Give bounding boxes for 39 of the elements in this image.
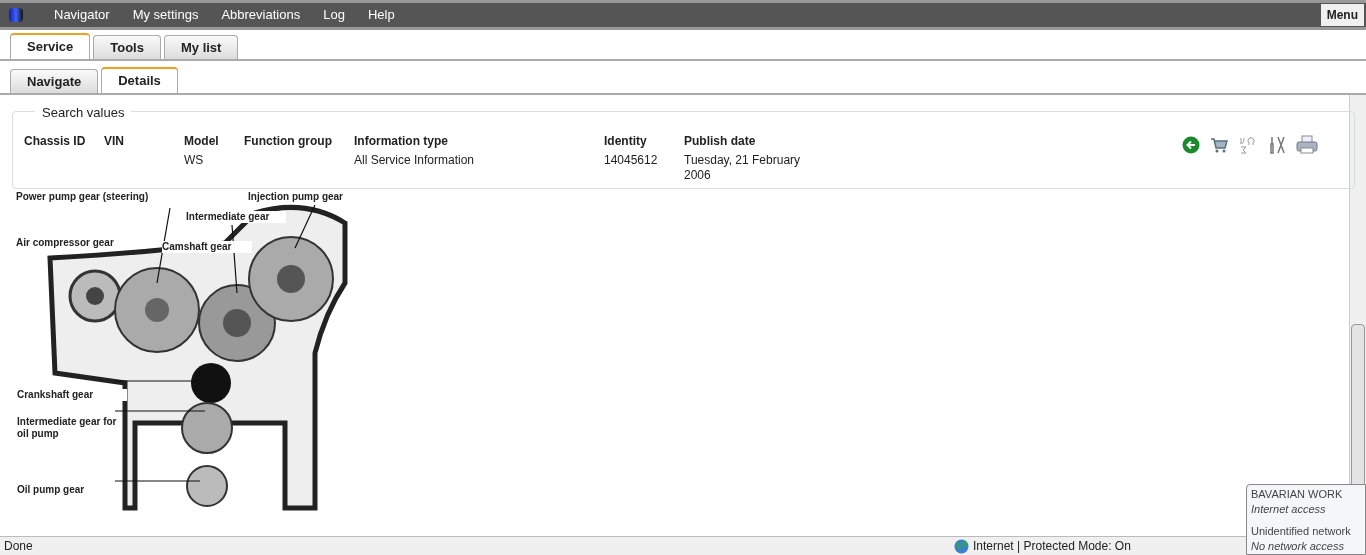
field-label: VIN bbox=[104, 133, 125, 150]
security-zone: Internet | Protected Mode: On bbox=[973, 538, 1131, 555]
network-name: Unidentified network bbox=[1251, 524, 1352, 539]
diagram-label: Air compressor gear bbox=[16, 237, 146, 249]
field-label: Chassis ID bbox=[24, 133, 87, 150]
tab[interactable]: Service bbox=[10, 33, 91, 59]
globe-icon bbox=[954, 538, 969, 554]
field-value: WS bbox=[184, 153, 205, 168]
menu-item[interactable]: Abbreviations bbox=[221, 5, 301, 25]
diagram-label: Intermediate gear for oil pump bbox=[17, 416, 117, 440]
menu-item[interactable]: Help bbox=[367, 5, 395, 25]
tab[interactable]: Tools bbox=[93, 35, 161, 59]
field-label: Model bbox=[184, 133, 220, 150]
network-access: Internet access bbox=[1251, 502, 1327, 517]
diagram-label: Crankshaft gear bbox=[17, 389, 127, 401]
field-label: Publish date bbox=[684, 133, 757, 150]
diagram-label: Intermediate gear bbox=[186, 211, 286, 223]
tools-icon[interactable] bbox=[1268, 136, 1286, 154]
field-label: Information type bbox=[354, 133, 449, 150]
printer-icon[interactable] bbox=[1296, 135, 1318, 155]
tab[interactable]: Details bbox=[101, 67, 178, 93]
tab[interactable]: Navigate bbox=[10, 69, 99, 93]
app-logo-icon bbox=[9, 8, 23, 22]
symbols-icon[interactable] bbox=[1238, 136, 1258, 154]
field-label: Function group bbox=[244, 133, 333, 150]
field-value: All Service Information bbox=[354, 153, 476, 168]
menu-button[interactable]: Menu bbox=[1320, 4, 1364, 26]
field-label: Identity bbox=[604, 133, 648, 150]
field-value: Tuesday, 21 February 2006 bbox=[684, 153, 802, 183]
network-name: BAVARIAN WORK bbox=[1251, 487, 1344, 502]
network-access: No network access bbox=[1251, 539, 1345, 554]
field-value: 14045612 bbox=[604, 153, 659, 168]
menu-item[interactable]: Log bbox=[323, 5, 345, 25]
menu-item[interactable]: Navigator bbox=[54, 5, 110, 25]
cart-icon[interactable] bbox=[1210, 136, 1228, 154]
diagram-label: Camshaft gear bbox=[162, 241, 252, 253]
menu-item[interactable]: My settings bbox=[132, 5, 199, 25]
status-text: Done bbox=[4, 538, 34, 555]
tab[interactable]: My list bbox=[163, 35, 239, 59]
